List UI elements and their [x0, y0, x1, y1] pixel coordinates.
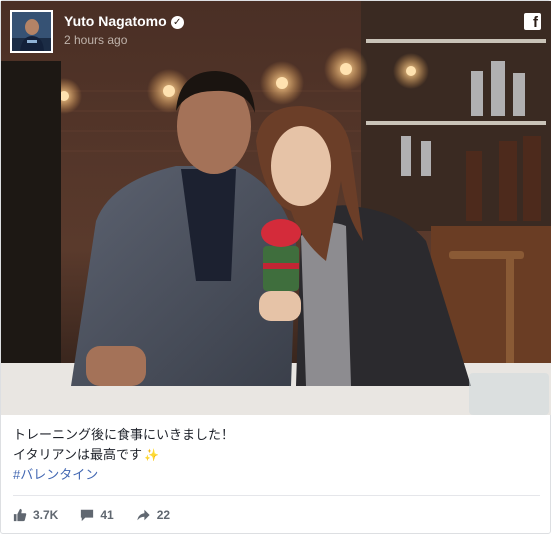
caption-line-2-text: イタリアンは最高です [13, 447, 142, 462]
post-caption: トレーニング後に食事にいきました！ イタリアンは最高です ✨ #バレンタイン [13, 425, 234, 485]
verified-badge-icon: ✓ [170, 16, 184, 29]
avatar-image [12, 12, 51, 51]
thumbs-up-icon [13, 508, 27, 522]
facebook-icon[interactable]: f [524, 13, 541, 31]
post-header: Yuto Nagatomo ✓ 2 hours ago f [1, 1, 551, 63]
likes-count: 3.7K [33, 508, 59, 522]
sparkles-icon: ✨ [143, 448, 159, 462]
comment-icon [81, 509, 94, 522]
post-photo[interactable] [1, 1, 551, 415]
comments-count: 41 [100, 508, 114, 522]
restaurant-photo-illustration [1, 1, 551, 415]
shares-count: 22 [156, 508, 171, 522]
author-avatar[interactable] [10, 10, 53, 53]
caption-line-1: トレーニング後に食事にいきました！ [13, 427, 235, 442]
facebook-post-card: Yuto Nagatomo ✓ 2 hours ago f トレーニング後に食事に… [0, 0, 551, 534]
caption-line-2: イタリアンは最高です ✨ [13, 445, 234, 465]
author-name[interactable]: Yuto Nagatomo ✓ [64, 13, 184, 29]
post-timestamp[interactable]: 2 hours ago [64, 33, 127, 47]
hashtag-link[interactable]: #バレンタイン [13, 465, 234, 485]
shares-stat[interactable]: 22 [136, 508, 170, 522]
author-name-text[interactable]: Yuto Nagatomo [64, 13, 167, 29]
engagement-bar: 3.7K 41 22 [13, 506, 192, 524]
share-arrow-icon [137, 509, 150, 521]
likes-stat[interactable]: 3.7K [13, 508, 58, 522]
comments-stat[interactable]: 41 [80, 508, 114, 522]
divider [13, 495, 540, 496]
